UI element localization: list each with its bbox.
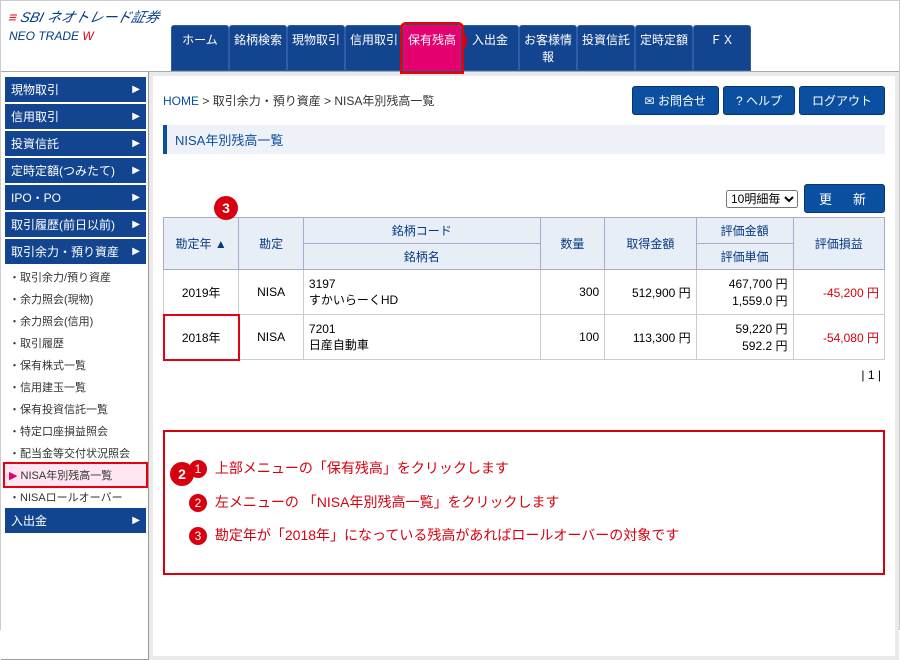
table-row: 2019年NISA3197すかいらーくHD300512,900 円467,700…: [164, 270, 885, 315]
th-year[interactable]: 勘定年 ▲: [164, 218, 239, 270]
help-button[interactable]: ? ヘルプ: [723, 86, 795, 115]
sidebar-item-保有株式一覧[interactable]: 保有株式一覧: [5, 354, 146, 376]
pager: | 1 |: [163, 360, 885, 390]
th-code: 銘柄コード: [303, 218, 540, 244]
topnav-ホーム[interactable]: ホーム: [171, 25, 229, 71]
logout-button[interactable]: ログアウト: [799, 86, 885, 115]
sidebar-item-信用建玉一覧[interactable]: 信用建玉一覧: [5, 376, 146, 398]
topnav-保有残高[interactable]: 保有残高: [403, 25, 461, 71]
th-value: 評価金額: [696, 218, 793, 244]
topnav-ＦＸ[interactable]: ＦＸ: [693, 25, 751, 71]
holdings-table: 勘定年 ▲ 勘定 銘柄コード 数量 取得金額 評価金額 評価損益 銘柄名 評価単…: [163, 217, 885, 360]
section-title: NISA年別残高一覧: [163, 125, 885, 154]
sidebar-group-定時定額(つみたて)[interactable]: 定時定額(つみたて)▶: [5, 158, 146, 183]
th-pl: 評価損益: [793, 218, 885, 270]
sidebar-item-保有投資信託一覧[interactable]: 保有投資信託一覧: [5, 398, 146, 420]
sidebar-group-取引履歴(前日以前)[interactable]: 取引履歴(前日以前)▶: [5, 212, 146, 237]
callout-3: 3: [214, 196, 238, 220]
topnav-お客様情報[interactable]: お客様情報: [519, 25, 577, 71]
sidebar-group-現物取引[interactable]: 現物取引▶: [5, 77, 146, 102]
breadcrumb: HOME > 取引余力・預り資産 > NISA年別残高一覧: [163, 92, 434, 109]
table-row: 2018年NISA7201日産自動車100113,300 円59,220 円59…: [164, 315, 885, 360]
sidebar-group-投資信託[interactable]: 投資信託▶: [5, 131, 146, 156]
sidebar-item-NISA年別残高一覧[interactable]: NISA年別残高一覧: [5, 464, 146, 486]
sidebar-item-NISAロールオーバー[interactable]: NISAロールオーバー: [5, 486, 146, 508]
th-cost: 取得金額: [605, 218, 696, 270]
refresh-button[interactable]: 更 新: [804, 184, 885, 213]
th-unit: 評価単価: [696, 244, 793, 270]
th-qty: 数量: [540, 218, 605, 270]
callout-2: 2: [170, 462, 194, 486]
sidebar-group-信用取引[interactable]: 信用取引▶: [5, 104, 146, 129]
topnav-現物取引[interactable]: 現物取引: [287, 25, 345, 71]
sidebar-group-入出金[interactable]: 入出金▶: [5, 508, 146, 533]
rows-per-page-select[interactable]: 10明細毎: [726, 190, 798, 208]
instruction-box: 1 上部メニューの「保有残高」をクリックします2 左メニューの 「NISA年別残…: [163, 430, 885, 575]
sidebar-item-余力照会(信用)[interactable]: 余力照会(信用): [5, 310, 146, 332]
topnav-定時定額[interactable]: 定時定額: [635, 25, 693, 71]
contact-button[interactable]: ✉ お問合せ: [632, 86, 719, 115]
table-body: 2019年NISA3197すかいらーくHD300512,900 円467,700…: [164, 270, 885, 360]
top-navigation: ホーム銘柄検索現物取引信用取引保有残高入出金お客様情報投資信託定時定額ＦＸ: [1, 25, 899, 71]
topnav-信用取引[interactable]: 信用取引: [345, 25, 403, 71]
sidebar: 現物取引▶信用取引▶投資信託▶定時定額(つみたて)▶IPO・PO▶取引履歴(前日…: [1, 72, 149, 660]
sidebar-item-配当金等交付状況照会[interactable]: 配当金等交付状況照会: [5, 442, 146, 464]
topnav-入出金[interactable]: 入出金: [461, 25, 519, 71]
sidebar-item-特定口座損益照会[interactable]: 特定口座損益照会: [5, 420, 146, 442]
breadcrumb-home[interactable]: HOME: [163, 94, 199, 108]
sidebar-item-取引履歴[interactable]: 取引履歴: [5, 332, 146, 354]
th-name: 銘柄名: [303, 244, 540, 270]
topnav-銘柄検索[interactable]: 銘柄検索: [229, 25, 287, 71]
sidebar-group-取引余力・預り資産[interactable]: 取引余力・預り資産▶: [5, 239, 146, 264]
main-area: HOME > 取引余力・預り資産 > NISA年別残高一覧 ✉ お問合せ ? ヘ…: [149, 72, 899, 660]
topnav-投資信託[interactable]: 投資信託: [577, 25, 635, 71]
th-account: 勘定: [239, 218, 304, 270]
sidebar-group-IPO・PO[interactable]: IPO・PO▶: [5, 185, 146, 210]
sidebar-item-取引余力/預り資産[interactable]: 取引余力/預り資産: [5, 266, 146, 288]
sidebar-item-余力照会(現物)[interactable]: 余力照会(現物): [5, 288, 146, 310]
